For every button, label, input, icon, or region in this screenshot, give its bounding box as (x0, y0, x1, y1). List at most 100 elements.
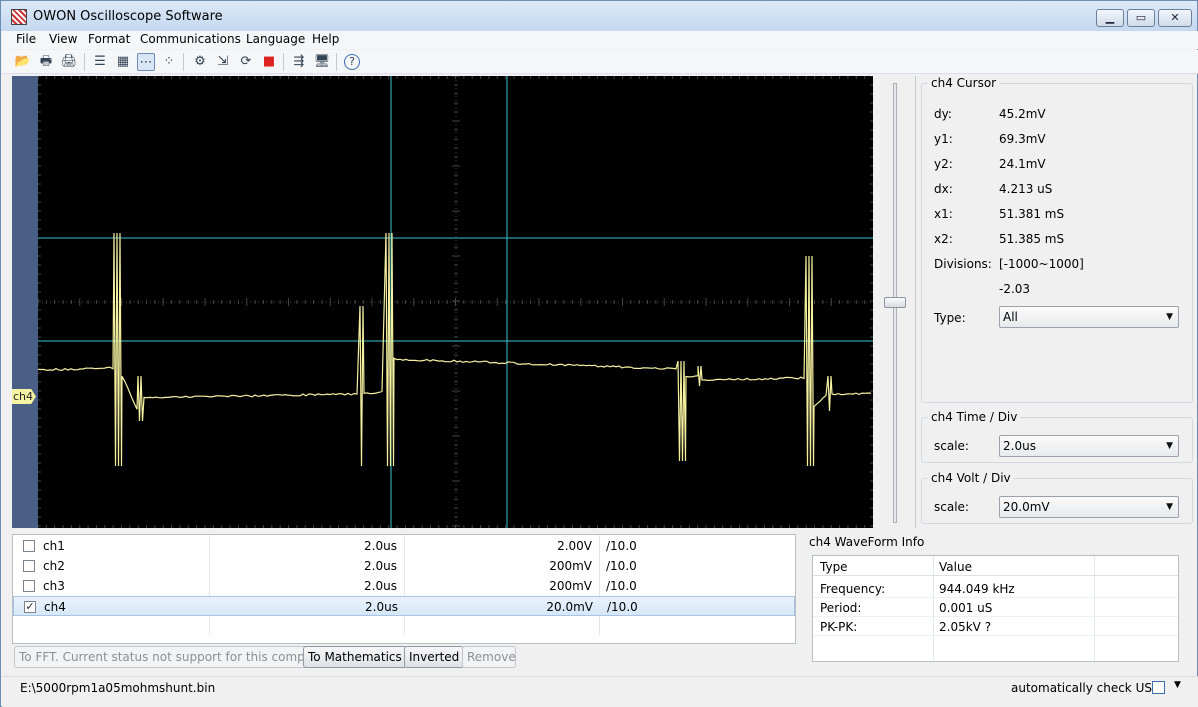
volt-scale-value: 20.0mV (1003, 500, 1050, 514)
title-bar: OWON Oscilloscope Software ▁ ▭ ✕ (1, 1, 1197, 31)
channel-offset-strip[interactable] (12, 76, 38, 528)
chevron-down-icon[interactable]: ▼ (1174, 680, 1181, 690)
time-div-title: ch4 Time / Div (928, 410, 1020, 424)
print-preview-icon[interactable]: 🖨 (60, 53, 78, 71)
menu-language[interactable]: Language (246, 32, 305, 46)
info-header-row: Type Value (813, 557, 1178, 576)
info-value: 0.001 uS (939, 601, 992, 615)
time-scale-select[interactable]: 2.0us ▼ (999, 435, 1179, 457)
waveform-info-table: Type Value Frequency: 944.049 kHz Period… (812, 555, 1179, 662)
info-header-type: Type (820, 560, 848, 574)
channel-name: ch3 (43, 579, 65, 593)
cursor-dx-label: dx: (934, 182, 953, 196)
channel-volt-div: 20.0mV (410, 600, 593, 614)
ch4-checkbox[interactable]: ✓ (24, 601, 36, 613)
channel-volt-div: 200mV (409, 579, 592, 593)
inverted-button[interactable]: Inverted (404, 646, 464, 668)
app-window: OWON Oscilloscope Software ▁ ▭ ✕ File Vi… (0, 0, 1198, 707)
cursor-type-value: All (1003, 310, 1018, 324)
info-row-pkpk: PK-PK: 2.05kV ? (813, 617, 1178, 636)
channel-name: ch4 (44, 600, 66, 614)
channel-row-ch4[interactable]: ✓ ch4 2.0us 20.0mV /10.0 (13, 596, 795, 616)
channel-name: ch2 (43, 559, 65, 573)
time-div-panel: ch4 Time / Div scale: 2.0us ▼ (921, 417, 1193, 463)
channel-volt-div: 2.00V (409, 539, 592, 553)
print-icon[interactable]: 🖶 (37, 53, 55, 71)
menu-view[interactable]: View (49, 32, 77, 46)
chevron-down-icon: ▼ (1166, 436, 1173, 456)
channel-row-ch3[interactable]: ch3 2.0us 200mV /10.0 (13, 576, 795, 596)
toolbar-separator (283, 53, 284, 71)
cursor-divisions-label: Divisions: (934, 257, 992, 271)
scope-display[interactable] (38, 76, 873, 528)
dots-icon[interactable]: ⁘ (160, 53, 178, 71)
toolbar-separator (183, 53, 184, 71)
file-path: E:\5000rpm1a05mohmshunt.bin (20, 681, 215, 695)
channel-row-ch2[interactable]: ch2 2.0us 200mV /10.0 (13, 556, 795, 576)
volt-div-title: ch4 Volt / Div (928, 471, 1014, 485)
cursor-y2-label: y2: (934, 157, 953, 171)
waveform-info-title: ch4 WaveForm Info (809, 535, 924, 549)
menu-communications[interactable]: Communications (140, 32, 241, 46)
open-folder-icon[interactable]: 📂 (14, 53, 32, 71)
vertical-slider-thumb[interactable] (884, 297, 906, 308)
channel-probe: /10.0 (607, 600, 638, 614)
export-icon[interactable]: ⇶ (290, 53, 308, 71)
close-button[interactable]: ✕ (1158, 9, 1192, 27)
ch1-checkbox[interactable] (23, 540, 35, 552)
window-title: OWON Oscilloscope Software (33, 9, 223, 24)
channel-name: ch1 (43, 539, 65, 553)
info-value: 944.049 kHz (939, 582, 1015, 596)
cursor-dx-value: 4.213 uS (999, 182, 1052, 196)
menu-file[interactable]: File (16, 32, 36, 46)
menu-format[interactable]: Format (88, 32, 130, 46)
minimize-button[interactable]: ▁ (1096, 9, 1124, 27)
auto-usb-label: automatically check USB: (1011, 681, 1164, 695)
cursor-lines-icon[interactable]: ⋯ (137, 53, 155, 71)
waveform-canvas (38, 76, 873, 528)
info-type: Period: (820, 601, 861, 615)
cursor-y1-value: 69.3mV (999, 132, 1046, 146)
cursor-divisions-value: -2.03 (999, 282, 1030, 296)
channel-time-div: 2.0us (213, 539, 397, 553)
ch4-offset-marker[interactable]: ch4 (12, 389, 36, 404)
channel-row-ch1[interactable]: ch1 2.0us 2.00V /10.0 (13, 536, 795, 556)
to-mathematics-button[interactable]: To Mathematics (303, 646, 407, 668)
to-fft-button[interactable]: To FFT. Current status not support for t… (14, 646, 333, 668)
volt-scale-label: scale: (934, 500, 969, 514)
cursor-panel-title: ch4 Cursor (928, 76, 999, 90)
volt-scale-select[interactable]: 20.0mV ▼ (999, 496, 1179, 518)
maximize-button[interactable]: ▭ (1127, 9, 1155, 27)
panel-divider[interactable] (915, 76, 916, 528)
list-view-icon[interactable]: ☰ (91, 53, 109, 71)
channel-time-div: 2.0us (213, 579, 397, 593)
time-scale-label: scale: (934, 439, 969, 453)
cursor-y2-value: 24.1mV (999, 157, 1046, 171)
cursor-type-select[interactable]: All ▼ (999, 306, 1179, 328)
ch2-checkbox[interactable] (23, 560, 35, 572)
ch3-checkbox[interactable] (23, 580, 35, 592)
settings-icon[interactable]: ⚙ (191, 53, 209, 71)
stop-icon[interactable]: ■ (260, 53, 278, 71)
info-value: 2.05kV ? (939, 620, 991, 634)
refresh-icon[interactable]: ⟳ (237, 53, 255, 71)
menu-help[interactable]: Help (312, 32, 339, 46)
channel-probe: /10.0 (606, 539, 637, 553)
volt-div-panel: ch4 Volt / Div scale: 20.0mV ▼ (921, 478, 1193, 524)
toolbar-separator (84, 53, 85, 71)
import-icon[interactable]: ⇲ (214, 53, 232, 71)
scope-grid (38, 76, 873, 528)
cursor-divisions-range: [-1000~1000] (999, 257, 1084, 271)
info-row-frequency: Frequency: 944.049 kHz (813, 579, 1178, 598)
grid-icon[interactable]: ▦ (114, 53, 132, 71)
info-type: PK-PK: (820, 620, 857, 634)
channel-volt-div: 200mV (409, 559, 592, 573)
toolbar: 📂 🖶 🖨 ☰ ▦ ⋯ ⁘ ⚙ ⇲ ⟳ ■ ⇶ 🖥 ? (2, 50, 1198, 74)
ch4-waveform-trace (38, 233, 871, 466)
app-icon (11, 9, 27, 25)
auto-usb-checkbox[interactable] (1152, 681, 1165, 694)
monitor-icon[interactable]: 🖥 (313, 53, 331, 71)
help-icon[interactable]: ? (344, 54, 360, 70)
remove-button[interactable]: Remove (462, 646, 516, 668)
channel-table: ch1 2.0us 2.00V /10.0 ch2 2.0us 200mV /1… (12, 534, 796, 644)
